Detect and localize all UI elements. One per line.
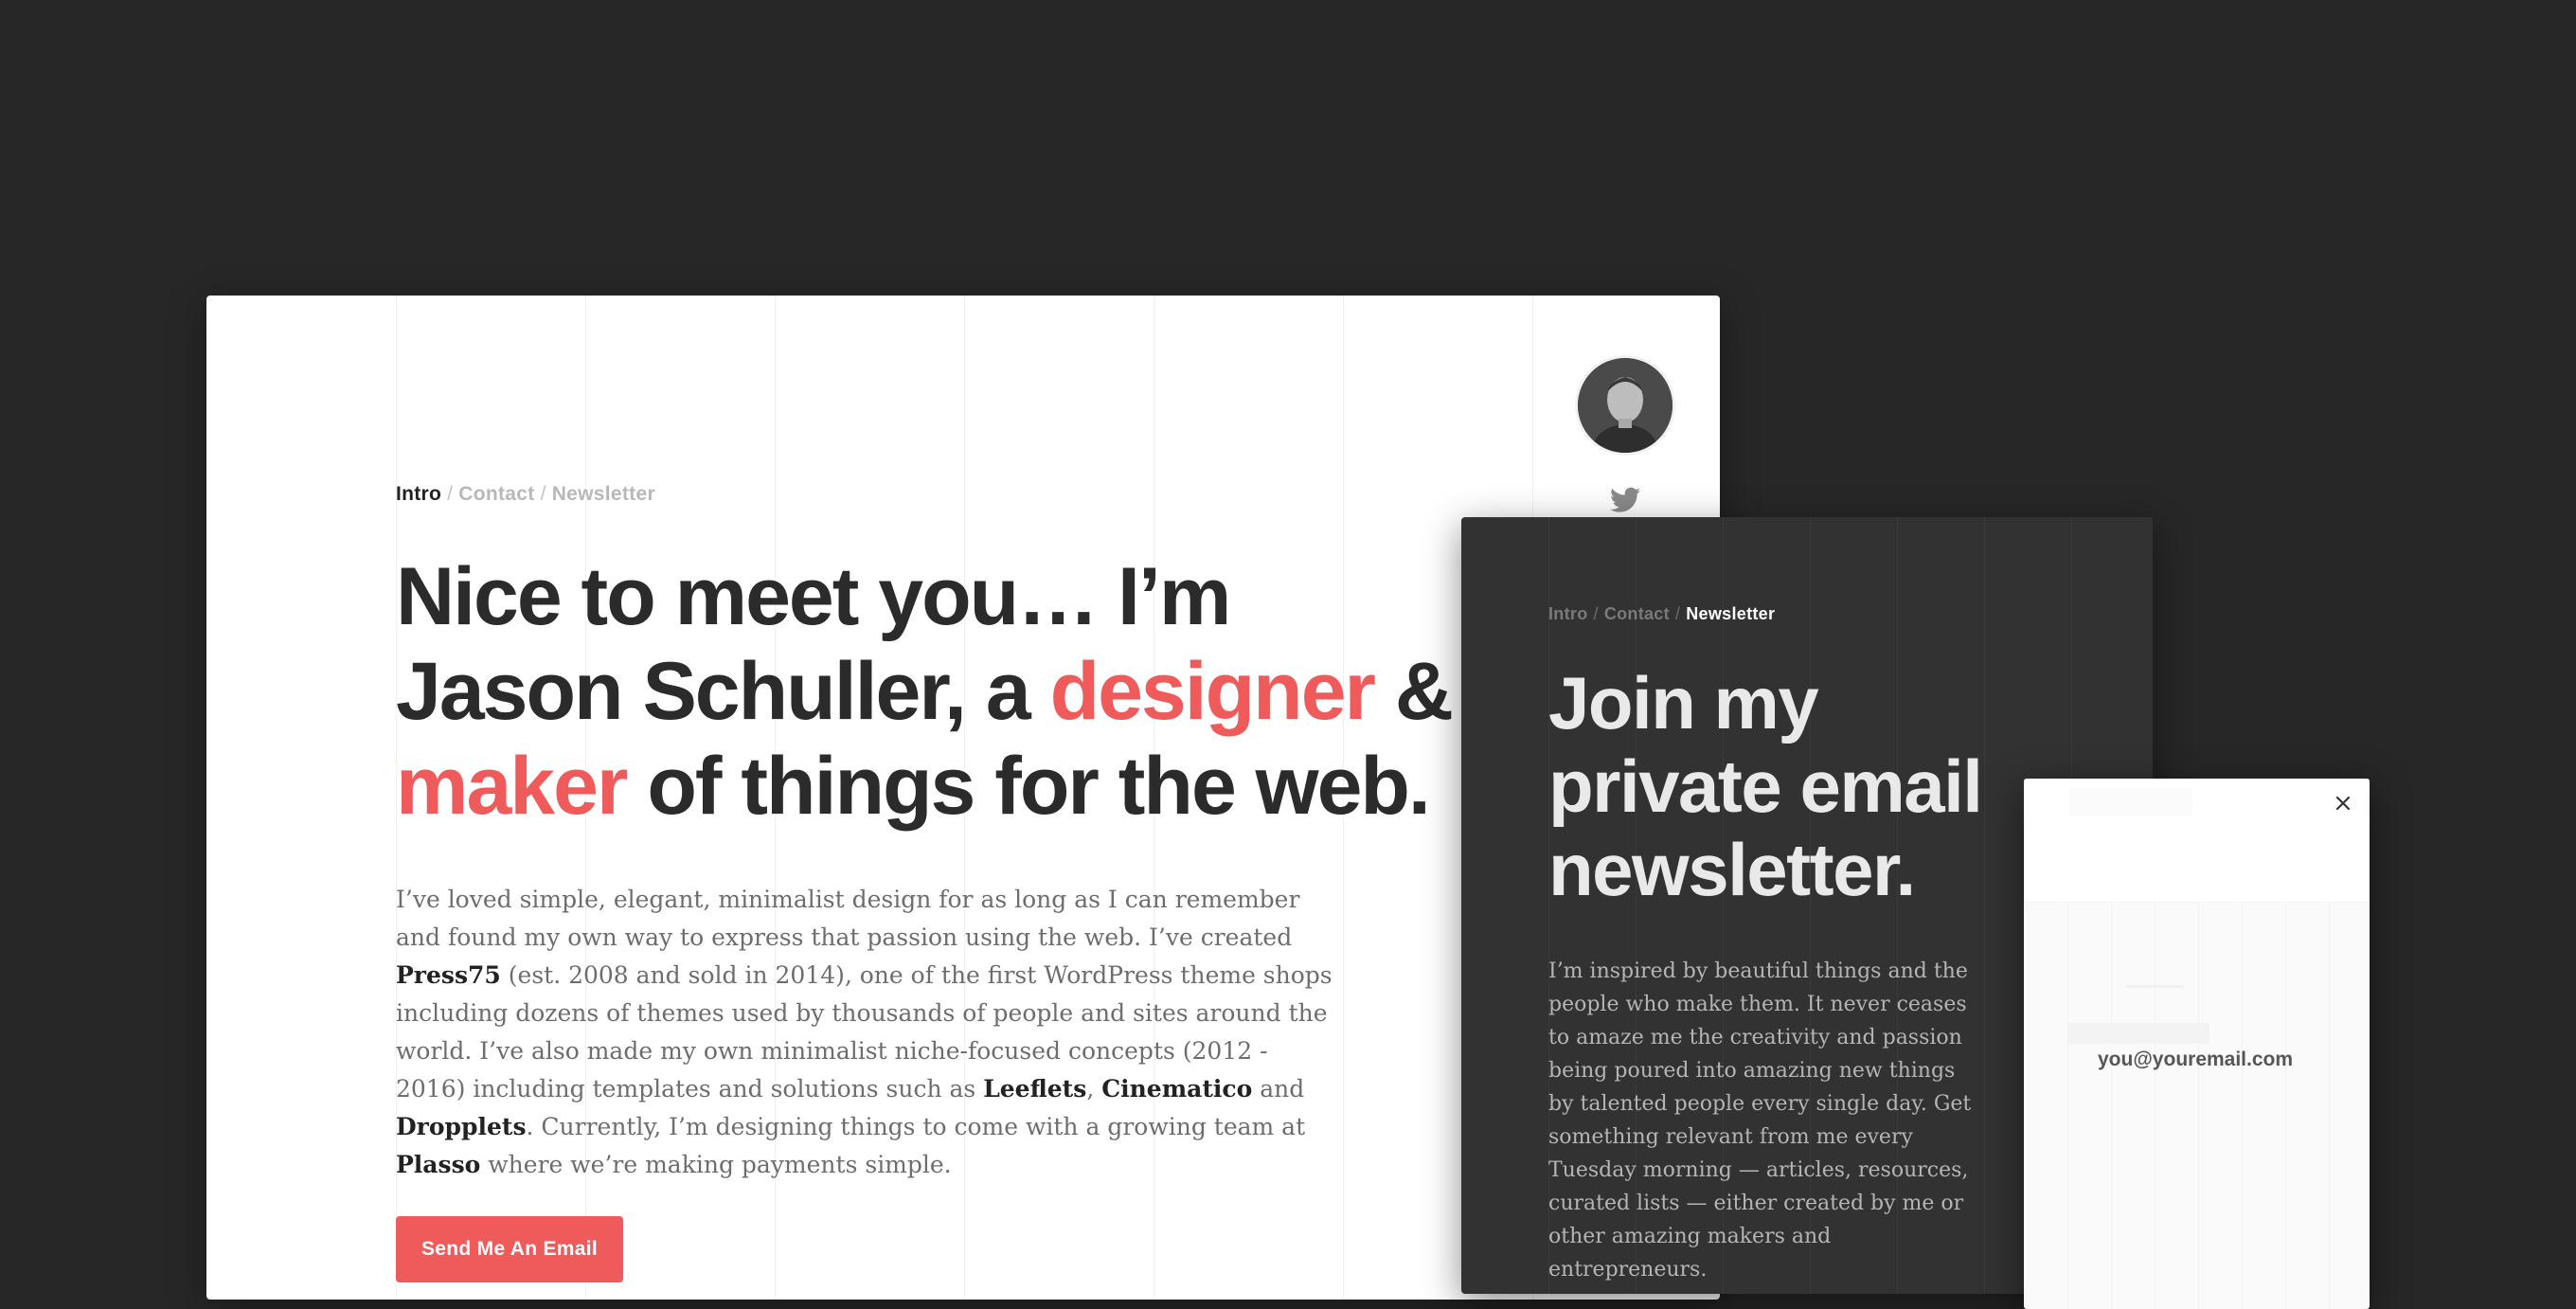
nav-separator: / xyxy=(1674,604,1681,623)
nav-intro[interactable]: Intro xyxy=(396,483,441,505)
link-dropplets[interactable]: Dropplets xyxy=(396,1113,527,1140)
link-leeflets[interactable]: Leeflets xyxy=(983,1075,1086,1103)
headline-line-1: Join my xyxy=(1548,661,1819,744)
signup-modal xyxy=(2024,779,2370,1309)
newsletter-headline: Join my private email newsletter. xyxy=(1548,661,1983,911)
faint-divider xyxy=(2126,985,2183,988)
headline-line-3: newsletter. xyxy=(1548,828,1916,911)
grid-line xyxy=(1984,517,1985,1294)
headline-line-1: Nice to meet you… I’m xyxy=(396,551,1231,642)
nav-newsletter[interactable]: Newsletter xyxy=(552,483,655,505)
headline-text: of things for the web. xyxy=(626,741,1431,832)
nav-separator: / xyxy=(1593,604,1599,623)
nav-contact[interactable]: Contact xyxy=(1604,604,1670,623)
headline-accent-maker: maker xyxy=(396,741,628,832)
email-input[interactable] xyxy=(2098,1044,2334,1076)
close-button[interactable] xyxy=(2328,788,2358,818)
nav-newsletter[interactable]: Newsletter xyxy=(1686,604,1775,623)
bio-text: and xyxy=(1252,1075,1305,1103)
bio-text: , xyxy=(1086,1075,1102,1103)
headline-accent-designer: designer xyxy=(1049,646,1376,737)
twitter-icon[interactable] xyxy=(1610,487,1640,513)
bio-text: where we’re making payments simple. xyxy=(480,1151,952,1178)
nav-separator: / xyxy=(447,483,454,505)
nav-separator: / xyxy=(540,483,546,505)
avatar-photo xyxy=(1578,358,1673,453)
bio-text: . Currently, I’m designing things to com… xyxy=(526,1113,1306,1140)
nav-intro[interactable]: Intro xyxy=(1548,604,1588,623)
link-cinematico[interactable]: Cinematico xyxy=(1101,1075,1252,1103)
headline-text: Jason Schuller, a xyxy=(396,646,1050,737)
newsletter-description: I’m inspired by beautiful things and the… xyxy=(1548,959,1972,1282)
close-icon xyxy=(2335,796,2351,811)
modal-faint-bar xyxy=(2069,788,2192,816)
headline-text: & xyxy=(1374,646,1454,737)
bio-text: I’ve loved simple, elegant, minimalist d… xyxy=(396,886,1300,951)
bio-paragraph: I’ve loved simple, elegant, minimalist d… xyxy=(396,881,1343,1184)
link-plasso[interactable]: Plasso xyxy=(396,1151,480,1178)
nav-contact[interactable]: Contact xyxy=(458,483,534,505)
headline-line-2: private email xyxy=(1548,744,1983,828)
link-press75[interactable]: Press75 xyxy=(396,961,501,989)
breadcrumb: Intro / Contact / Newsletter xyxy=(1548,604,1775,624)
modal-header xyxy=(2024,779,2370,903)
faint-label xyxy=(2067,1023,2209,1044)
breadcrumb: Intro / Contact / Newsletter xyxy=(396,483,655,506)
intro-headline: Nice to meet you… I’m Jason Schuller, a … xyxy=(396,549,1454,834)
avatar[interactable] xyxy=(1578,358,1673,453)
send-email-button[interactable]: Send Me An Email xyxy=(396,1216,623,1282)
